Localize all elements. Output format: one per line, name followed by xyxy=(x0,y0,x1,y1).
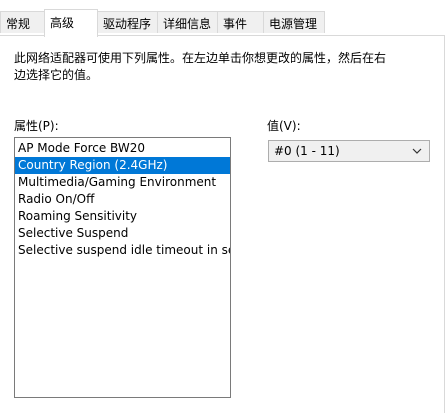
tab-details[interactable]: 详细信息 xyxy=(157,11,218,33)
tab-general[interactable]: 常规 xyxy=(0,11,45,33)
list-item[interactable]: AP Mode Force BW20 xyxy=(15,140,230,157)
list-item[interactable]: Multimedia/Gaming Environment xyxy=(15,174,230,191)
list-item[interactable]: Selective Suspend xyxy=(15,225,230,242)
value-dropdown[interactable]: #0 (1 - 11) xyxy=(268,140,430,162)
property-label: 属性(P): xyxy=(14,119,59,133)
list-item[interactable]: Country Region (2.4GHz) xyxy=(15,157,230,174)
value-dropdown-selected: #0 (1 - 11) xyxy=(274,144,340,158)
description-text: 此网络适配器可使用下列属性。在左边单击你想更改的属性，然后在右边选择它的值。 xyxy=(14,51,387,82)
property-listbox[interactable]: AP Mode Force BW20 Country Region (2.4GH… xyxy=(14,137,231,398)
tab-bar: 常规 高级 驱动程序 详细信息 事件 电源管理 xyxy=(0,0,446,37)
chevron-down-icon xyxy=(412,148,422,154)
tab-events[interactable]: 事件 xyxy=(217,11,264,33)
tab-advanced[interactable]: 高级 xyxy=(44,9,98,37)
value-label: 值(V): xyxy=(267,119,301,133)
tab-driver[interactable]: 驱动程序 xyxy=(97,11,158,33)
list-item[interactable]: Selective suspend idle timeout in ser xyxy=(15,242,230,259)
tab-power-management[interactable]: 电源管理 xyxy=(263,11,325,33)
list-item[interactable]: Radio On/Off xyxy=(15,191,230,208)
list-item[interactable]: Roaming Sensitivity xyxy=(15,208,230,225)
